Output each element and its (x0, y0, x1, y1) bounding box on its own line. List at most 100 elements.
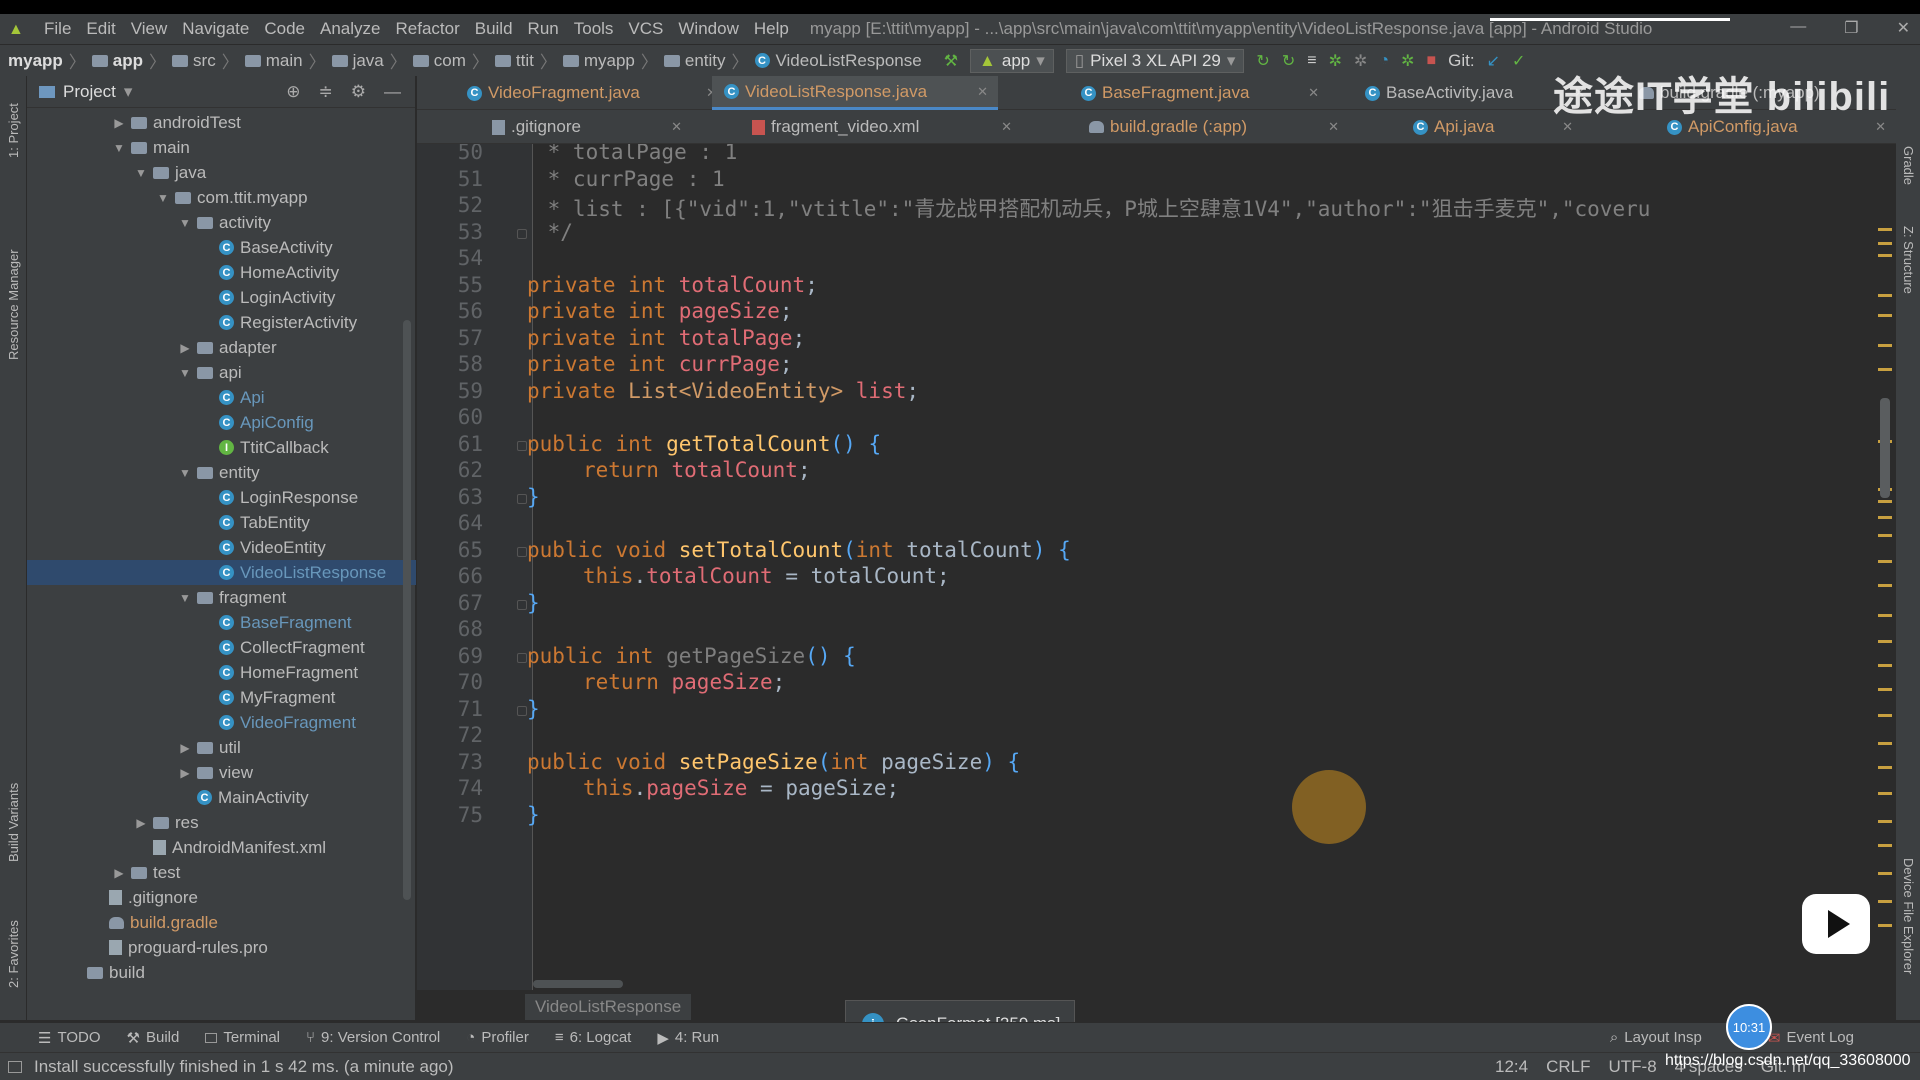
tab-videolistresponse[interactable]: C VideoListResponse.java ✕ (712, 76, 998, 110)
tab-build-gradle-app[interactable]: build.gradle (:app) ✕ (1089, 110, 1349, 144)
tree-item[interactable]: C HomeFragment (27, 660, 416, 685)
menu-code[interactable]: Code (264, 19, 305, 39)
code-line[interactable]: private int totalCount; (527, 273, 818, 297)
expand-down-icon[interactable]: ▼ (177, 466, 193, 480)
expand-down-icon[interactable]: ▼ (177, 216, 193, 230)
tool-version-control[interactable]: ⑂ 9: Version Control (306, 1029, 440, 1046)
close-window-icon[interactable]: ✕ (1897, 18, 1910, 38)
code-line[interactable]: * list : [{"vid":1,"vtitle":"青龙战甲搭配机动兵，P… (535, 193, 1651, 223)
tree-item[interactable]: ▼ fragment (27, 585, 416, 610)
warning-marker[interactable] (1878, 664, 1892, 667)
fold-marker-icon[interactable] (517, 652, 527, 663)
warning-marker[interactable] (1878, 900, 1892, 903)
fold-marker-icon[interactable] (517, 493, 527, 504)
expand-right-icon[interactable]: ▶ (111, 866, 127, 880)
tree-item[interactable]: build.gradle (27, 910, 416, 935)
tree-item[interactable]: ▼ com.ttit.myapp (27, 185, 416, 210)
warning-marker[interactable] (1878, 688, 1892, 691)
warning-marker[interactable] (1878, 368, 1892, 371)
code-line[interactable]: private int totalPage; (527, 326, 805, 350)
tool-event-log[interactable]: ✉ Event Log (1768, 1029, 1854, 1047)
warning-marker[interactable] (1878, 584, 1892, 587)
menu-vcs[interactable]: VCS (628, 19, 663, 39)
tab-gitignore[interactable]: .gitignore ✕ (492, 110, 692, 144)
close-icon[interactable]: ✕ (1001, 119, 1012, 135)
attach-debugger-icon[interactable]: ✲ (1401, 51, 1414, 71)
code-line[interactable]: return totalCount; (583, 458, 811, 482)
chevron-down-icon[interactable]: ▾ (124, 82, 133, 102)
code-line[interactable]: */ (535, 220, 573, 244)
tree-item[interactable]: ▶ util (27, 735, 416, 760)
stop-icon[interactable]: ■ (1426, 52, 1436, 70)
expand-right-icon[interactable]: ▶ (111, 116, 127, 130)
crumb-src[interactable]: src (193, 51, 216, 71)
close-icon[interactable]: ✕ (977, 84, 988, 100)
fold-marker-icon[interactable] (517, 705, 527, 716)
tree-item[interactable]: ▶ res (27, 810, 416, 835)
tree-item[interactable]: ▶ androidTest (27, 110, 416, 135)
tree-item[interactable]: C MyFragment (27, 685, 416, 710)
menu-edit[interactable]: Edit (86, 19, 115, 39)
code-line[interactable]: public void setPageSize(int pageSize) { (527, 750, 1020, 774)
tool-run[interactable]: ▶ 4: Run (657, 1029, 719, 1047)
warning-marker[interactable] (1878, 820, 1892, 823)
code-line[interactable]: private int currPage; (527, 352, 793, 376)
code-line[interactable]: } (527, 485, 540, 509)
tree-item[interactable]: C MainActivity (27, 785, 416, 810)
code-line[interactable]: * currPage : 1 (535, 167, 725, 191)
restore-icon[interactable]: ❐ (1844, 18, 1858, 38)
expand-down-icon[interactable]: ▼ (133, 166, 149, 180)
tool-structure[interactable]: Z: Structure (1901, 226, 1916, 294)
expand-down-icon[interactable]: ▼ (111, 141, 127, 155)
menu-build[interactable]: Build (475, 19, 513, 39)
code-line[interactable]: * totalPage : 1 (535, 144, 738, 164)
code-line[interactable]: public int getPageSize() { (527, 644, 856, 668)
line-number-gutter[interactable]: 50 51 52 53 54 55 56 57 58 59 60 61 62 63 64 65 66 67 68 69… (417, 144, 533, 990)
menu-view[interactable]: View (131, 19, 168, 39)
tree-item[interactable]: C LoginResponse (27, 485, 416, 510)
menu-window[interactable]: Window (678, 19, 738, 39)
code-line[interactable]: return pageSize; (583, 670, 785, 694)
git-update-icon[interactable]: ↙ (1487, 51, 1500, 71)
device-select[interactable]: ▯ Pixel 3 XL API 29 ▾ (1065, 48, 1245, 73)
tree-item[interactable]: I TtitCallback (27, 435, 416, 460)
crumb-entity[interactable]: entity (685, 51, 726, 71)
crumb-com[interactable]: com (434, 51, 466, 71)
warning-marker[interactable] (1878, 254, 1892, 257)
warning-marker[interactable] (1878, 792, 1892, 795)
status-message[interactable]: Install successfully finished in 1 s 42 … (34, 1057, 454, 1077)
expand-down-icon[interactable]: ▼ (155, 191, 171, 205)
coverage-icon[interactable]: ✲ (1354, 51, 1367, 71)
warning-marker[interactable] (1878, 640, 1892, 643)
fold-marker-icon[interactable] (517, 228, 527, 239)
code-line[interactable]: private int pageSize; (527, 299, 793, 323)
tree-item[interactable]: C TabEntity (27, 510, 416, 535)
warning-marker[interactable] (1878, 314, 1892, 317)
run-config-select[interactable]: ▲ app ▾ (970, 48, 1054, 73)
tool-build[interactable]: ⚒ Build (127, 1029, 180, 1047)
tree-item[interactable]: ▼ api (27, 360, 416, 385)
tree-item[interactable]: ▼ main (27, 135, 416, 160)
warning-marker[interactable] (1878, 228, 1892, 231)
warning-marker[interactable] (1878, 560, 1892, 563)
warning-marker[interactable] (1878, 516, 1892, 519)
menu-refactor[interactable]: Refactor (395, 19, 459, 39)
crumb-java[interactable]: java (353, 51, 384, 71)
tree-item[interactable]: ▼ activity (27, 210, 416, 235)
warning-marker[interactable] (1878, 500, 1892, 503)
code-line[interactable]: this.pageSize = pageSize; (583, 776, 899, 800)
code-line[interactable]: public void setTotalCount(int totalCount… (527, 538, 1071, 562)
crumb-main[interactable]: main (266, 51, 303, 71)
tree-item[interactable]: build (27, 960, 416, 985)
tree-item[interactable]: ▼ entity (27, 460, 416, 485)
tree-item[interactable]: ▶ adapter (27, 335, 416, 360)
debug-icon[interactable]: ✲ (1329, 51, 1342, 71)
crumb-myapp[interactable]: myapp (584, 51, 635, 71)
fold-marker-icon[interactable] (517, 599, 527, 610)
close-icon[interactable]: ✕ (1328, 119, 1339, 135)
menu-navigate[interactable]: Navigate (182, 19, 249, 39)
tool-logcat[interactable]: ≡ 6: Logcat (555, 1029, 631, 1046)
gear-icon[interactable]: ⚙ (351, 82, 366, 102)
code-line[interactable]: private List<VideoEntity> list; (527, 379, 919, 403)
tree-item[interactable]: ▶ view (27, 760, 416, 785)
